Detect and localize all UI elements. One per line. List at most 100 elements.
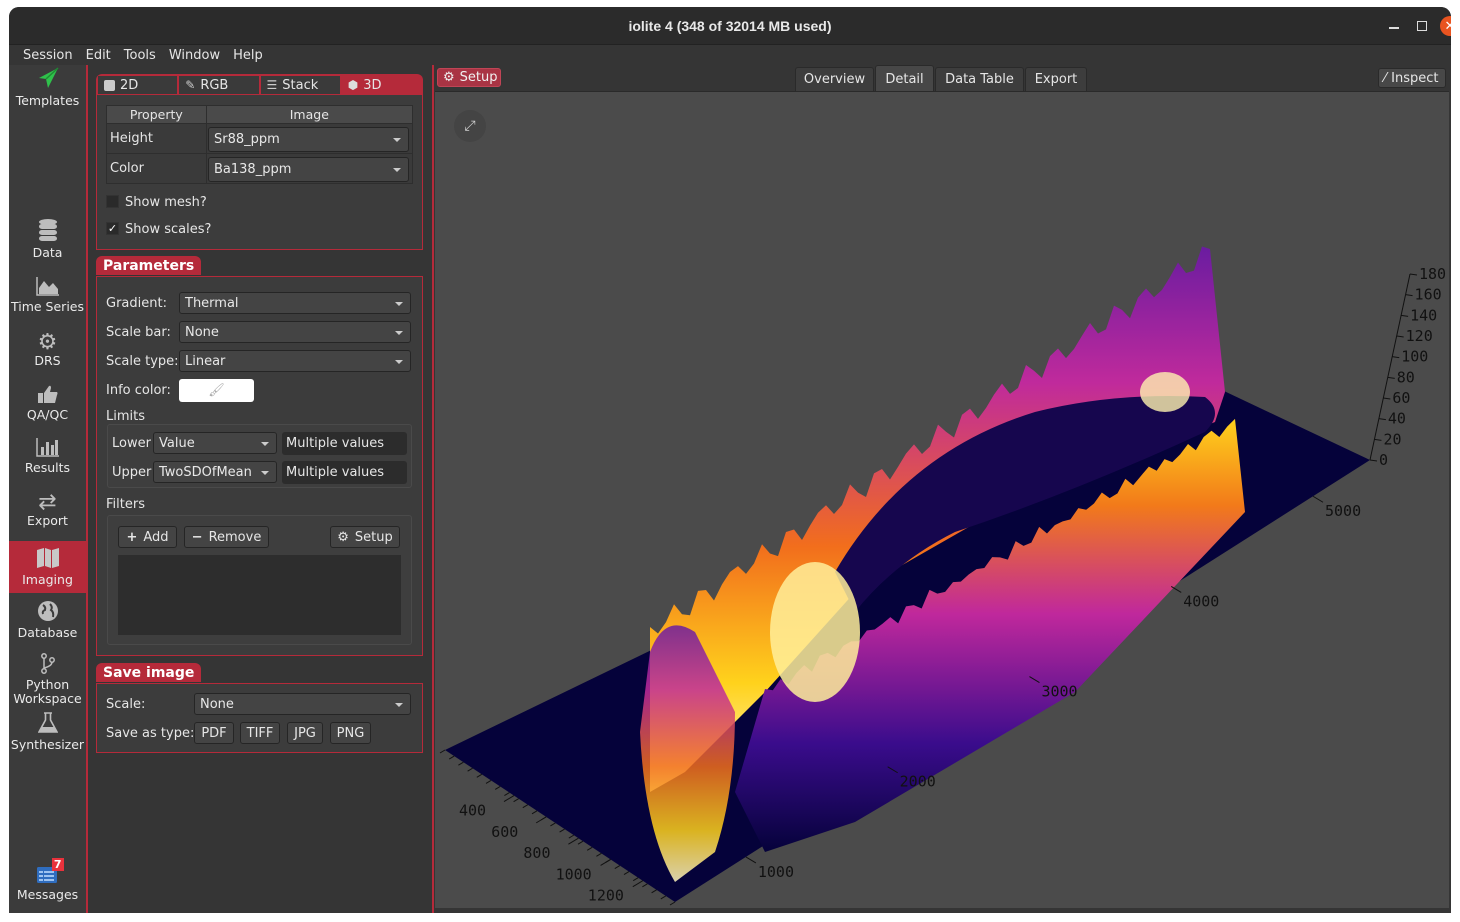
- y-axis-tick-label: 1200: [588, 887, 624, 905]
- column-header-property: Property: [107, 106, 207, 123]
- button-label: Inspect: [1391, 70, 1439, 86]
- tab-3d[interactable]: ⬢ 3D: [341, 76, 421, 94]
- sidebar-item-data[interactable]: Data: [9, 218, 86, 268]
- save-scale-select[interactable]: None: [194, 693, 411, 715]
- menu-tools[interactable]: Tools: [118, 48, 162, 63]
- z-axis-tick-label: 180: [1419, 265, 1446, 283]
- save-pdf-button[interactable]: PDF: [194, 722, 234, 744]
- tab-label: Stack: [282, 77, 319, 93]
- surface-hotspot: [770, 562, 860, 702]
- z-axis-tick-label: 0: [1379, 451, 1388, 469]
- sidebar-item-results[interactable]: Results: [9, 433, 86, 483]
- y-axis-minor-tick: [540, 816, 547, 821]
- y-axis-tick: [632, 880, 644, 888]
- sidebar-item-templates[interactable]: Templates: [9, 66, 86, 116]
- y-axis-minor-tick: [439, 749, 446, 754]
- tab-label: Data Table: [945, 72, 1014, 87]
- y-axis-tick-label: 800: [523, 844, 550, 862]
- y-axis-tick-label: 1000: [556, 865, 592, 883]
- sidebar-item-time-series[interactable]: Time Series: [9, 272, 86, 322]
- magic-wand-icon: ⁄: [1384, 70, 1387, 86]
- tab-rgb[interactable]: ✎ RGB: [179, 76, 259, 94]
- field-value: Multiple values: [286, 436, 385, 451]
- minimize-button[interactable]: [1384, 16, 1404, 36]
- x-axis-tick-label: 5000: [1325, 502, 1361, 520]
- sidebar-item-export[interactable]: ⇄ Export: [9, 486, 86, 536]
- sidebar-item-label: Templates: [15, 93, 80, 108]
- y-axis-tick: [503, 795, 515, 803]
- thumbs-up-icon: [37, 380, 59, 404]
- tab-data-table[interactable]: Data Table: [935, 67, 1024, 91]
- tab-stack[interactable]: ☰ Stack: [260, 76, 340, 94]
- fullscreen-button[interactable]: ⤢: [454, 110, 486, 142]
- sidebar-item-qaqc[interactable]: QA/QC: [9, 380, 86, 430]
- save-jpg-button[interactable]: JPG: [287, 722, 323, 744]
- maximize-button[interactable]: [1412, 16, 1432, 36]
- show-mesh-checkbox[interactable]: [106, 195, 119, 208]
- menu-session[interactable]: Session: [17, 48, 79, 63]
- scale-type-select[interactable]: Linear: [179, 350, 411, 372]
- tab-detail[interactable]: Detail: [875, 65, 934, 92]
- scale-bar-select[interactable]: None: [179, 321, 411, 343]
- height-image-select[interactable]: Sr88_ppm: [208, 127, 409, 152]
- lower-limit-label: Lower: [112, 436, 151, 451]
- gradient-select[interactable]: Thermal: [179, 292, 411, 314]
- git-branch-icon: [39, 650, 57, 674]
- z-axis-tick-label: 60: [1392, 389, 1410, 407]
- y-axis-minor-tick: [605, 859, 611, 863]
- y-axis-minor-tick: [522, 804, 529, 809]
- sidebar-item-messages[interactable]: 7 Messages: [9, 858, 86, 910]
- gear-icon: ⚙: [37, 330, 58, 355]
- z-axis-tick: [1387, 376, 1395, 379]
- gear-icon: ⚙: [443, 70, 455, 85]
- property-label: Height: [107, 124, 207, 153]
- y-axis-minor-tick: [660, 895, 667, 900]
- filters-list[interactable]: [118, 555, 401, 635]
- upper-limit-value-field[interactable]: Multiple values: [282, 461, 407, 484]
- tab-2d[interactable]: 2D: [98, 76, 178, 94]
- upper-limit-mode-select[interactable]: TwoSDOfMean: [153, 461, 277, 483]
- tab-label: 2D: [120, 77, 139, 93]
- x-axis-tick: [1170, 585, 1182, 593]
- lower-limit-value-field[interactable]: Multiple values: [282, 432, 407, 455]
- chevron-down-icon: [395, 302, 403, 306]
- sidebar-item-label: Data: [32, 245, 63, 260]
- z-axis-tick: [1392, 356, 1400, 359]
- tab-overview[interactable]: Overview: [795, 67, 874, 91]
- sidebar-item-database[interactable]: Database: [9, 598, 86, 648]
- menu-window[interactable]: Window: [163, 48, 226, 63]
- save-png-button[interactable]: PNG: [330, 722, 371, 744]
- sidebar-item-synthesizer[interactable]: Synthesizer: [9, 710, 86, 760]
- 3d-viewport[interactable]: 0 20 40 60 80 100 120 140 160 180 1000 2000 3000 4000…: [435, 91, 1449, 908]
- z-axis-tick-label: 140: [1410, 306, 1437, 324]
- setup-button[interactable]: ⚙ Setup: [437, 68, 501, 87]
- filter-setup-button[interactable]: ⚙ Setup: [330, 526, 400, 548]
- sidebar-item-python-workspace[interactable]: Python Workspace: [9, 650, 86, 710]
- close-button[interactable]: ✕: [1440, 16, 1451, 36]
- inspect-button[interactable]: ⁄ Inspect: [1378, 68, 1446, 88]
- add-filter-button[interactable]: + Add: [118, 526, 177, 548]
- y-axis-tick-label: 400: [459, 802, 486, 820]
- sidebar-item-drs[interactable]: ⚙ DRS: [9, 326, 86, 376]
- flask-icon: [37, 710, 58, 734]
- color-image-select[interactable]: Ba138_ppm: [208, 157, 409, 182]
- show-scales-checkbox[interactable]: ✓: [106, 222, 119, 235]
- select-value: None: [200, 696, 234, 712]
- filters-label: Filters: [106, 497, 145, 512]
- menu-help[interactable]: Help: [227, 48, 269, 63]
- chevron-down-icon: [395, 360, 403, 364]
- maximize-icon: [1417, 21, 1427, 31]
- tab-label: Detail: [885, 71, 924, 87]
- tab-export[interactable]: Export: [1025, 67, 1087, 91]
- sidebar-item-label: Export: [27, 513, 68, 528]
- 3d-surface-plot[interactable]: 0 20 40 60 80 100 120 140 160 180 1000 2000 3000 4000…: [435, 92, 1449, 909]
- chevron-down-icon: [261, 471, 269, 475]
- save-tiff-button[interactable]: TIFF: [240, 722, 280, 744]
- sidebar-item-imaging[interactable]: Imaging: [9, 541, 86, 593]
- menu-edit[interactable]: Edit: [80, 48, 117, 63]
- lower-limit-mode-select[interactable]: Value: [153, 432, 277, 454]
- save-scale-label: Scale:: [106, 697, 146, 712]
- info-color-picker[interactable]: 🖌: [179, 379, 254, 402]
- remove-filter-button[interactable]: − Remove: [184, 526, 269, 548]
- surface-hotspot: [1140, 372, 1190, 412]
